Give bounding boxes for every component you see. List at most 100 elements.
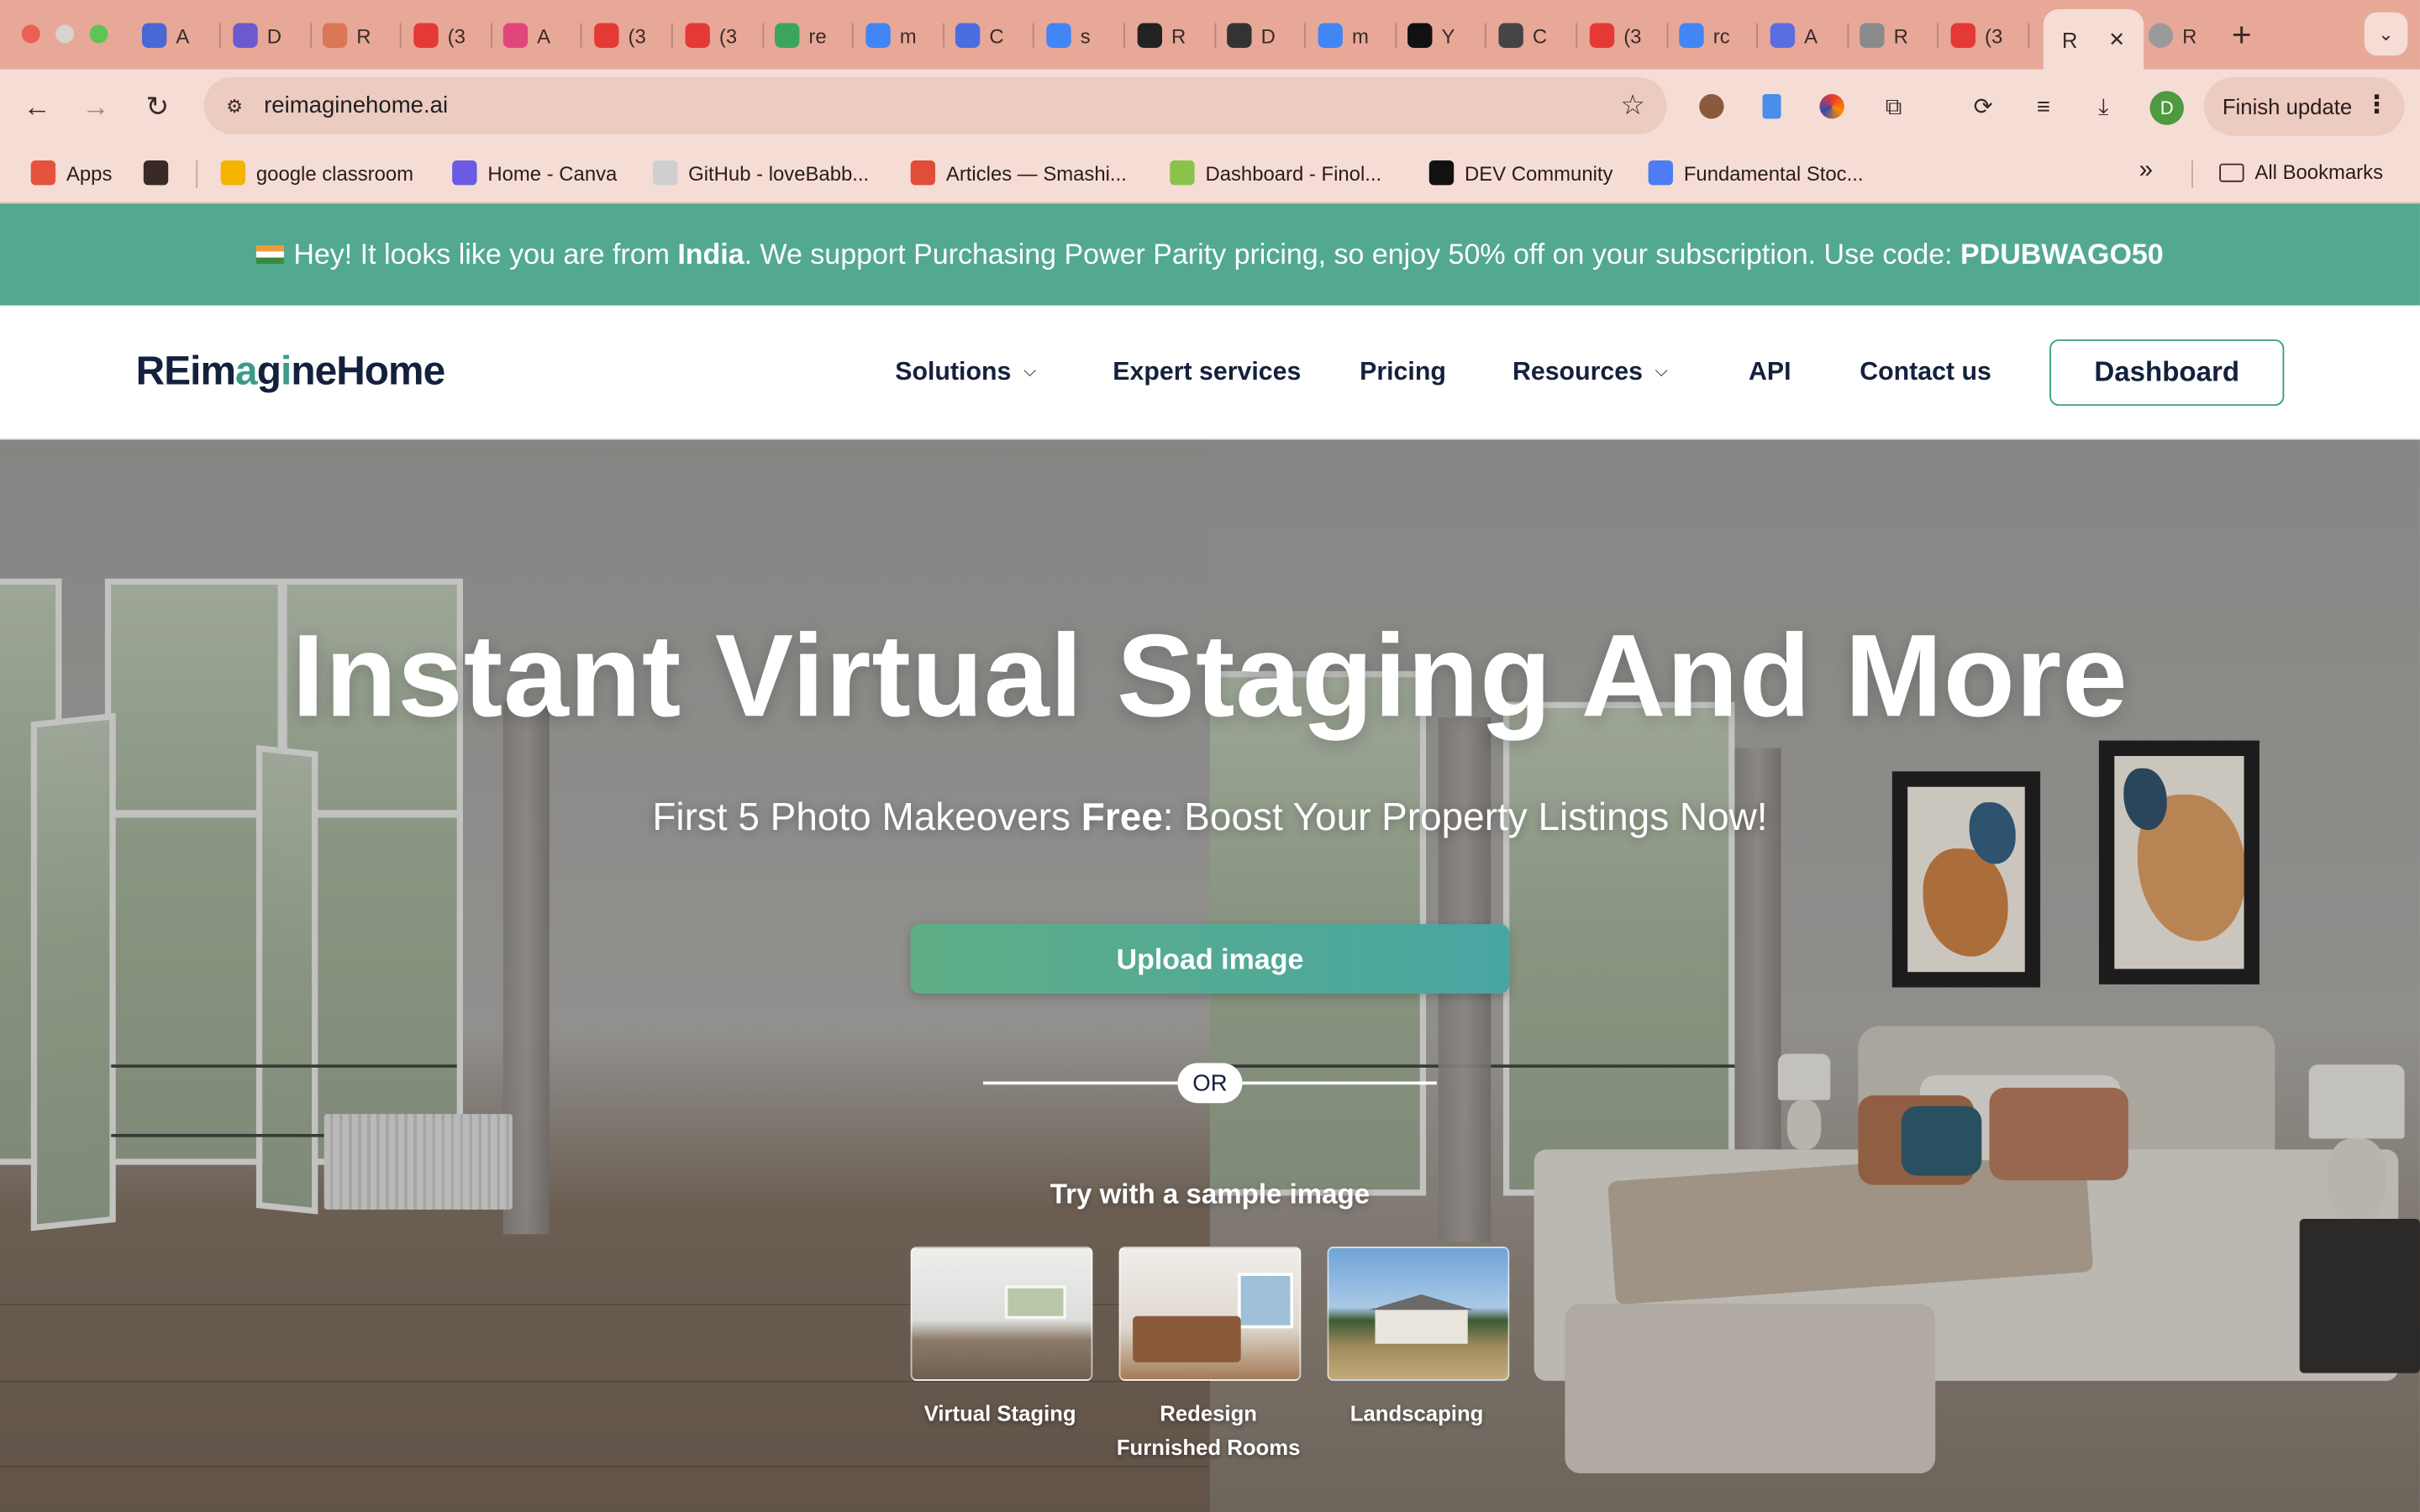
app-icon: [502, 23, 529, 48]
bookmark-item[interactable]: Apps: [30, 160, 113, 186]
tab[interactable]: A: [502, 14, 551, 57]
logo-text: neHome: [291, 347, 445, 394]
tab-title: (3: [718, 24, 738, 48]
browser-toolbar: ← → ↻ ⚙ reimaginehome.ai ☆ ⧉ ⟳ ≡ ⤓ D Fin…: [0, 69, 2420, 144]
tab[interactable]: (3: [594, 14, 646, 57]
all-bookmarks-button[interactable]: All Bookmarks: [2219, 160, 2383, 184]
more-menu-icon[interactable]: ⋮: [2365, 90, 2389, 121]
tab[interactable]: (3: [1950, 14, 2003, 57]
tab-search-button[interactable]: ⌄: [2364, 12, 2408, 56]
bookmark-label: Apps: [66, 160, 113, 185]
tab[interactable]: m: [865, 14, 917, 57]
sample-thumbnail-virtual-staging[interactable]: [910, 1247, 1093, 1381]
tab[interactable]: re: [775, 14, 827, 57]
zoom-window-button[interactable]: [89, 24, 108, 44]
logo-text: g: [256, 347, 281, 394]
nav-pricing[interactable]: Pricing: [1360, 358, 1446, 387]
nav-contact[interactable]: Contact us: [1860, 358, 1991, 387]
tab[interactable]: R: [1137, 14, 1186, 57]
profile-avatar[interactable]: D: [2149, 91, 2184, 125]
tab[interactable]: A: [1770, 14, 1818, 57]
tab[interactable]: A: [141, 14, 189, 57]
site-settings-icon[interactable]: ⚙: [219, 91, 250, 122]
tab[interactable]: s: [1046, 14, 1091, 57]
back-button[interactable]: ←: [18, 88, 55, 125]
tab[interactable]: Y: [1407, 14, 1455, 57]
extension-icon[interactable]: [1754, 90, 1788, 123]
nav-expert-services[interactable]: Expert services: [1113, 358, 1301, 387]
tab[interactable]: R: [1860, 14, 1908, 57]
arrow-right-icon: →: [82, 90, 110, 122]
bookmark-star-icon[interactable]: ☆: [1620, 90, 1645, 123]
bookmark-label: Fundamental Stoc...: [1683, 160, 1864, 185]
url-text[interactable]: reimaginehome.ai: [264, 92, 448, 118]
globe-icon: [1860, 23, 1885, 48]
tab[interactable]: D: [233, 14, 281, 57]
nav-solutions[interactable]: Solutions ⌵: [895, 358, 1036, 387]
bookmark-item[interactable]: [143, 160, 169, 186]
address-bar[interactable]: ⚙ reimaginehome.ai ☆: [203, 76, 1667, 134]
bookmark-label: Home - Canva: [487, 160, 618, 185]
performance-icon[interactable]: ⟳: [1966, 90, 2000, 123]
nav-resources[interactable]: Resources ⌵: [1512, 358, 1668, 387]
tab-title: C: [989, 24, 1004, 48]
bookmark-item[interactable]: Home - Canva: [452, 160, 618, 186]
tab-title: A: [537, 24, 551, 48]
reload-button[interactable]: ↻: [139, 88, 176, 125]
tab[interactable]: (3: [413, 14, 466, 57]
browser-window: A D R (3 A (3 (3 re m Cs R Dm Y C (3 rc A R (3 R ✕ R + ⌄ ←…: [0, 0, 2420, 1512]
tab-active[interactable]: R ✕: [2043, 9, 2144, 70]
download-icon[interactable]: ⤓: [2086, 90, 2120, 123]
house: [1375, 1306, 1468, 1344]
tab[interactable]: (3: [1589, 14, 1641, 57]
new-tab-button[interactable]: +: [2232, 15, 2252, 55]
tab-separator: [1395, 23, 1397, 48]
tab-separator: [2028, 23, 2030, 48]
site-logo[interactable]: REimagineHome: [136, 347, 446, 395]
extension-icon[interactable]: [1815, 90, 1849, 123]
tab[interactable]: C: [1498, 14, 1547, 57]
bookmarks-overflow-button[interactable]: »: [2139, 157, 2153, 185]
youtube-icon: [594, 23, 619, 48]
close-window-button[interactable]: [21, 24, 40, 44]
tab[interactable]: (3: [685, 14, 737, 57]
sample-thumbnail-landscaping[interactable]: [1327, 1247, 1510, 1381]
tab-separator: [671, 23, 673, 48]
cookie-extension-icon[interactable]: [1695, 90, 1728, 123]
nav-api[interactable]: API: [1749, 358, 1791, 387]
bookmark-label: DEV Community: [1465, 160, 1613, 185]
tab[interactable]: rc: [1679, 14, 1730, 57]
bookmark-item[interactable]: Articles — Smashi...: [910, 160, 1127, 186]
bookmark-item[interactable]: DEV Community: [1428, 160, 1613, 186]
tab[interactable]: R: [2148, 14, 2196, 57]
close-icon[interactable]: ✕: [2108, 27, 2125, 51]
bookmark-item[interactable]: google classroom: [220, 160, 413, 186]
tab-separator: [1214, 23, 1217, 48]
finish-update-button[interactable]: Finish update ⋮: [2203, 76, 2405, 136]
promo-prefix: Hey! It looks like you are from: [293, 237, 678, 270]
youtube-icon: [1950, 23, 1975, 48]
upload-image-button[interactable]: Upload image: [910, 924, 1510, 994]
forward-button[interactable]: →: [77, 88, 114, 125]
bookmark-item[interactable]: Dashboard - Finol...: [1170, 160, 1381, 186]
bookmark-item[interactable]: GitHub - loveBabb...: [652, 160, 869, 186]
tab-separator: [1484, 23, 1486, 48]
dashboard-button[interactable]: Dashboard: [2049, 339, 2285, 407]
tab[interactable]: C: [955, 14, 1004, 57]
bookmarks-bar: Apps google classroom Home - Canva GitHub -…: [0, 143, 2420, 204]
bookmark-item[interactable]: Fundamental Stoc...: [1648, 160, 1864, 186]
tab-separator: [1666, 23, 1669, 48]
minimize-window-button[interactable]: [55, 24, 75, 44]
bed: [1133, 1315, 1241, 1362]
puzzle-icon[interactable]: ⧉: [1876, 90, 1910, 123]
tab[interactable]: D: [1227, 14, 1276, 57]
sample-caption: Redesign Furnished Rooms: [1116, 1400, 1301, 1460]
or-separator: OR: [1177, 1063, 1243, 1104]
nav-label: API: [1748, 358, 1791, 386]
media-controls-icon[interactable]: ≡: [2027, 90, 2060, 123]
sample-thumbnail-redesign[interactable]: [1118, 1247, 1302, 1381]
tab[interactable]: R: [322, 14, 371, 57]
tab-title: re: [808, 24, 827, 48]
tab-title: (3: [1984, 24, 2003, 48]
tab[interactable]: m: [1318, 14, 1369, 57]
